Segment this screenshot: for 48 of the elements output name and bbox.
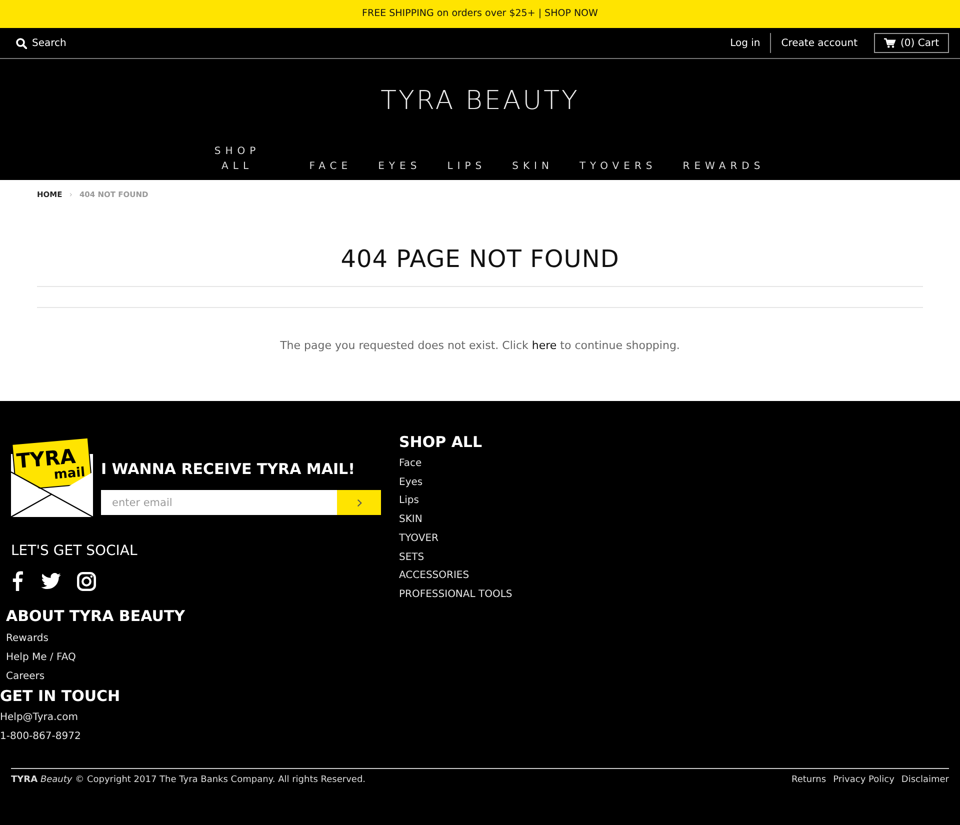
contact-link[interactable]: 1-800-867-8972 <box>0 727 81 746</box>
social-heading: LET'S GET SOCIAL <box>11 542 138 560</box>
not-found-message: The page you requested does not exist. Click here to continue shopping. <box>280 338 680 353</box>
email-field[interactable]: enter email <box>101 490 337 515</box>
nav-link[interactable]: REWARDS <box>682 159 765 174</box>
footer-link[interactable]: Help Me / FAQ <box>6 648 76 667</box>
footer-heading: GET IN TOUCH <box>0 686 120 706</box>
footer-link[interactable]: SKIN <box>399 511 422 530</box>
facebook-icon[interactable] <box>12 571 23 591</box>
nav-link[interactable]: SHOP ALL <box>211 144 264 174</box>
account-link[interactable]: Create account <box>781 36 858 50</box>
footer-link[interactable]: TYOVER <box>399 530 438 549</box>
page-title: 404 PAGE NOT FOUND <box>340 244 620 274</box>
announcement-link[interactable]: FREE SHIPPING on orders over $25+ | SHOP NOW <box>362 8 598 20</box>
instagram-icon[interactable] <box>77 572 96 590</box>
search-icon <box>16 38 27 48</box>
copyright-text: TYRA Beauty © Copyright 2017 The Tyra Banks Company. All rights Reserved. <box>11 774 366 787</box>
footer-link[interactable]: PROFESSIONAL TOOLS <box>399 586 512 605</box>
footer-heading: ABOUT TYRA BEAUTY <box>6 606 186 626</box>
nav-link[interactable]: FACE <box>309 159 352 174</box>
footer-link[interactable]: Eyes <box>399 474 423 492</box>
envelope-icon <box>11 438 93 517</box>
here-link[interactable]: here <box>532 339 557 352</box>
legal-link[interactable]: Returns <box>792 773 826 787</box>
breadcrumb-separator: › <box>69 190 72 200</box>
contact-link[interactable]: Help@Tyra.com <box>0 708 78 727</box>
twitter-icon[interactable] <box>41 573 61 589</box>
footer-link[interactable]: ACCESSORIES <box>399 567 470 586</box>
footer-link[interactable]: Careers <box>6 667 45 686</box>
account-link[interactable]: Log in <box>730 36 760 50</box>
footer-link[interactable]: Lips <box>399 492 419 512</box>
chevron-icon <box>356 498 362 506</box>
nav-link[interactable]: SKIN <box>512 159 554 174</box>
footer-link[interactable]: SETS <box>399 548 424 568</box>
logo-text: mail <box>53 465 86 483</box>
cart-icon <box>884 38 896 48</box>
footer-heading: SHOP ALL <box>399 432 482 452</box>
legal-link[interactable]: Privacy Policy <box>833 773 894 787</box>
search-button[interactable]: Search <box>16 36 66 50</box>
legal-link[interactable]: Disclaimer <box>901 773 949 787</box>
nav-link[interactable]: EYES <box>378 159 422 174</box>
footer-link[interactable]: Face <box>399 455 422 474</box>
footer-link[interactable]: Rewards <box>6 629 48 648</box>
nav-link[interactable]: LIPS <box>447 159 486 174</box>
newsletter-heading: I WANNA RECEIVE TYRA MAIL! <box>101 459 355 479</box>
site-logo[interactable]: TYRA BEAUTY <box>380 86 580 116</box>
nav-link[interactable]: TYOVERS <box>579 159 657 174</box>
cart-button[interactable]: (0) Cart <box>874 33 949 53</box>
